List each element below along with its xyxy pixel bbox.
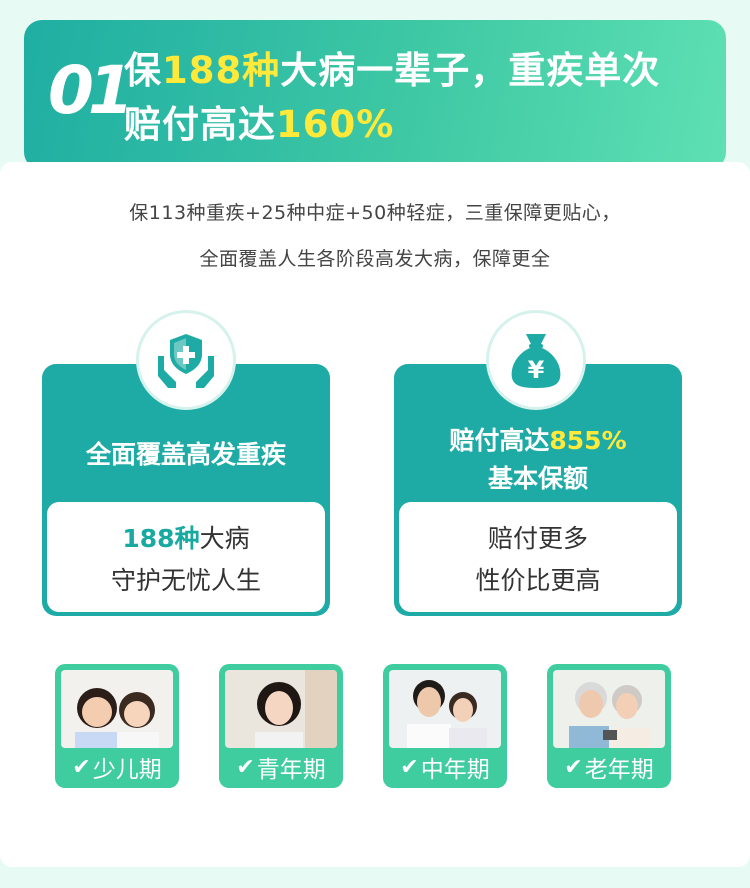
- shield-hands-icon: [136, 310, 236, 410]
- title-text: 赔付高达: [124, 103, 276, 146]
- title-text: 大病一辈子，重疾单次: [280, 49, 661, 92]
- stage-label: ✔ 少儿期: [55, 748, 179, 786]
- check-icon: ✔: [236, 754, 255, 780]
- title-highlight: 160%: [276, 103, 395, 146]
- intro-line-2-wrap: 全面覆盖人生各阶段高发大病，保障更全: [0, 244, 750, 274]
- stage-card-middle-age: ✔ 中年期: [383, 664, 507, 788]
- header-title-line1: 保188种大病一辈子，重疾单次: [124, 44, 714, 98]
- stage-label-text: 青年期: [256, 757, 326, 783]
- stage-label: ✔ 中年期: [383, 748, 507, 786]
- intro-line-2: 全面覆盖人生各阶段高发大病，保障更全: [191, 244, 563, 274]
- feature-text: 大病: [199, 524, 250, 553]
- stage-card-children: ✔ 少儿期: [55, 664, 179, 788]
- feature-title-line2: 基本保额: [487, 464, 588, 493]
- feature-body-line2: 守护无忧人生: [110, 566, 261, 595]
- stage-card-youth: ✔ 青年期: [219, 664, 343, 788]
- feature-title-highlight: 855%: [549, 426, 627, 455]
- young-woman-photo: [225, 670, 337, 748]
- section-number: 01: [48, 52, 134, 129]
- feature-body: 188种大病 守护无忧人生: [47, 502, 325, 612]
- stage-label-text: 中年期: [420, 757, 490, 783]
- feature-body-line1: 赔付更多: [487, 524, 588, 553]
- stage-label-text: 少儿期: [92, 757, 162, 783]
- feature-body: 赔付更多 性价比更高: [399, 502, 677, 612]
- intro-line-1: 保113种重疾+25种中症+50种轻症，三重保障更贴心，: [129, 202, 621, 224]
- elderly-couple-photo: [553, 670, 665, 748]
- middle-aged-couple-photo: [389, 670, 501, 748]
- svg-text:¥: ¥: [528, 356, 545, 384]
- stage-card-elderly: ✔ 老年期: [547, 664, 671, 788]
- feature-title-line1: 赔付高达855%: [394, 422, 682, 460]
- check-icon: ✔: [400, 754, 419, 780]
- feature-title: 赔付高达855% 基本保额: [394, 422, 682, 498]
- title-highlight: 188种: [162, 49, 281, 92]
- stage-label: ✔ 老年期: [547, 748, 671, 786]
- feature-body-line2: 性价比更高: [475, 566, 601, 595]
- check-icon: ✔: [564, 754, 583, 780]
- header-title: 保188种大病一辈子，重疾单次 赔付高达160%: [124, 44, 714, 152]
- feature-body-line1: 188种大病: [47, 518, 325, 560]
- stage-label: ✔ 青年期: [219, 748, 343, 786]
- header-title-line2: 赔付高达160%: [124, 98, 714, 152]
- feature-title: 全面覆盖高发重疾: [85, 440, 286, 469]
- stage-label-text: 老年期: [584, 757, 654, 783]
- money-bag-yen-icon: ¥: [486, 310, 586, 410]
- check-icon: ✔: [72, 754, 91, 780]
- children-photo: [61, 670, 173, 748]
- title-text: 保: [124, 49, 162, 92]
- feature-highlight: 188种: [122, 524, 200, 553]
- feature-title-text: 赔付高达: [449, 426, 550, 455]
